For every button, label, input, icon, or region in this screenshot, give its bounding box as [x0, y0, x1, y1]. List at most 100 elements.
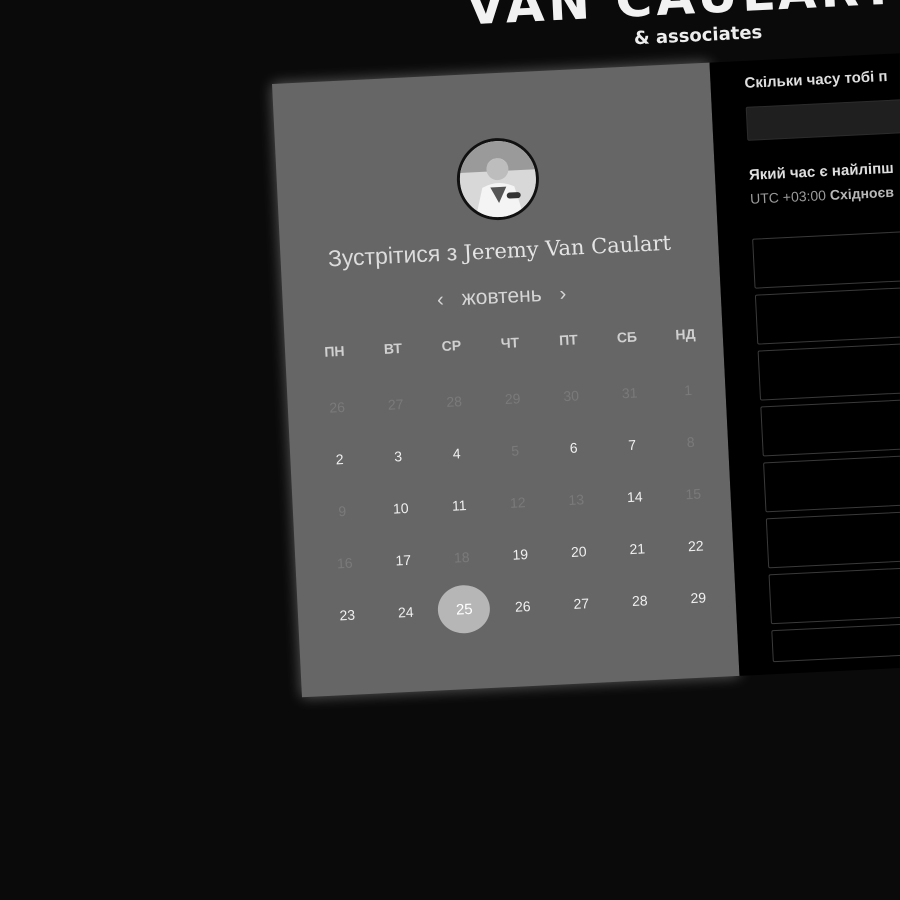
day-number: 12	[509, 494, 526, 511]
day-number: 8	[686, 433, 695, 451]
calendar-day[interactable]: 2	[309, 432, 370, 487]
calendar-day[interactable]: 24	[375, 585, 436, 640]
meeting-prefix: Зустрітися з	[327, 239, 458, 272]
selected-day[interactable]: 25	[434, 582, 495, 637]
day-number: 4	[452, 445, 461, 462]
time-slot[interactable]	[754, 282, 900, 345]
day-number: 30	[562, 387, 580, 405]
calendar-day: 28	[424, 374, 485, 429]
calendar-day: 15	[663, 467, 724, 522]
calendar-day[interactable]: 21	[607, 521, 668, 576]
day-number: 11	[451, 497, 467, 514]
day-number: 24	[397, 603, 414, 621]
timezone-name: Східноєв	[829, 183, 895, 203]
calendar-day: 18	[431, 530, 492, 585]
time-slot[interactable]	[765, 506, 900, 569]
time-question: Який час є найліпш	[748, 159, 895, 184]
time-slot[interactable]	[771, 618, 900, 663]
day-number: 16	[336, 554, 353, 572]
day-number: 28	[445, 393, 463, 410]
calendar-day[interactable]: 17	[373, 533, 434, 588]
day-number: 10	[392, 499, 409, 517]
calendar-day[interactable]: 26	[492, 579, 553, 634]
weekday-label: СБ	[616, 328, 638, 346]
day-number: 19	[512, 546, 529, 563]
calendar-day[interactable]: 11	[429, 478, 490, 533]
day-number: 28	[631, 592, 648, 610]
day-number: 27	[387, 395, 404, 413]
day-number: 17	[395, 551, 412, 569]
calendar-day[interactable]: 3	[368, 429, 429, 484]
time-slot[interactable]	[757, 338, 900, 401]
meeting-title: Зустрітися з Jeremy Van Caulart	[280, 226, 719, 274]
calendar-day: 12	[487, 475, 548, 530]
calendar-day[interactable]: 27	[551, 576, 612, 631]
calendar-day[interactable]: 6	[543, 420, 604, 475]
weekday-label: НД	[674, 325, 696, 343]
day-number: 15	[685, 485, 702, 503]
calendar-day[interactable]: 22	[665, 518, 726, 573]
calendar-day: 16	[314, 536, 375, 591]
day-number: 9	[337, 502, 347, 520]
day-number: 13	[568, 491, 585, 509]
calendar-panel: Зустрітися з Jeremy Van Caulart ‹ жовтен…	[272, 62, 740, 698]
day-number: 3	[393, 448, 403, 465]
weekday-label: СР	[441, 337, 462, 355]
calendar-day[interactable]: 29	[668, 570, 729, 625]
calendar-day: 27	[365, 377, 426, 432]
day-number: 31	[621, 384, 638, 402]
month-label: жовтень	[461, 283, 543, 310]
calendar-day[interactable]: 19	[490, 527, 551, 582]
weekday-label: ВТ	[383, 339, 403, 357]
calendar-day[interactable]: 28	[609, 573, 670, 628]
weekday-label: ПТ	[558, 331, 579, 349]
time-slot[interactable]	[752, 226, 900, 289]
day-number: 29	[504, 390, 521, 407]
day-number: 22	[687, 537, 704, 555]
calendar-day[interactable]: 14	[604, 469, 665, 524]
calendar-day[interactable]: 20	[548, 524, 609, 579]
time-slot[interactable]	[768, 562, 900, 625]
calendar-day[interactable]: 23	[317, 588, 378, 643]
day-number: 20	[570, 543, 587, 560]
duration-select[interactable]	[745, 94, 900, 141]
day-number: 25	[437, 583, 492, 635]
day-number: 29	[690, 589, 707, 607]
calendar-day: 5	[485, 423, 546, 478]
host-name: Jeremy Van Caulart	[462, 230, 672, 265]
day-number: 1	[683, 381, 693, 399]
month-navigation: ‹ жовтень ›	[282, 274, 721, 319]
host-avatar	[454, 136, 541, 223]
booking-widget: Зустрітися з Jeremy Van Caulart ‹ жовтен…	[272, 49, 900, 698]
day-number: 2	[335, 450, 344, 468]
weekday-header: ПН ВТ СР ЧТ ПТ СБ НД	[305, 325, 715, 361]
chevron-right-icon[interactable]: ›	[555, 282, 571, 306]
time-slot[interactable]	[763, 450, 900, 513]
calendar-day[interactable]: 7	[602, 417, 663, 472]
timezone-offset: UTC +03:00	[749, 187, 827, 207]
day-number: 26	[328, 398, 346, 416]
time-slot[interactable]	[760, 394, 900, 457]
calendar-day: 30	[541, 368, 602, 423]
calendar-day: 31	[599, 365, 660, 420]
calendar-days-grid: 26 27 28 29 30 31 1 2 3 4 5 6 7 8 9 10 11 12 13 14 15 16 17 18 1…	[307, 363, 729, 643]
duration-question: Скільки часу тобі п	[744, 67, 888, 92]
booking-form-panel: Скільки часу тобі п Який час є найліпш U…	[709, 49, 900, 676]
calendar-day: 29	[482, 371, 543, 426]
calendar-day: 1	[658, 363, 719, 418]
calendar-day: 26	[307, 380, 368, 435]
weekday-label: ПН	[323, 342, 345, 360]
timezone-label: UTC +03:00 Східноєв	[750, 184, 894, 207]
weekday-label: ЧТ	[500, 334, 520, 352]
chevron-left-icon[interactable]: ‹	[433, 288, 449, 312]
day-number: 14	[626, 488, 643, 506]
day-number: 27	[573, 595, 590, 612]
calendar-day: 13	[546, 472, 607, 527]
calendar-day: 9	[312, 484, 373, 539]
calendar-day[interactable]: 10	[370, 481, 431, 536]
day-number: 26	[514, 598, 531, 615]
calendar-day[interactable]: 4	[426, 426, 487, 481]
day-number: 18	[453, 548, 470, 566]
calendar-day: 8	[660, 415, 721, 470]
day-number: 7	[627, 436, 637, 454]
